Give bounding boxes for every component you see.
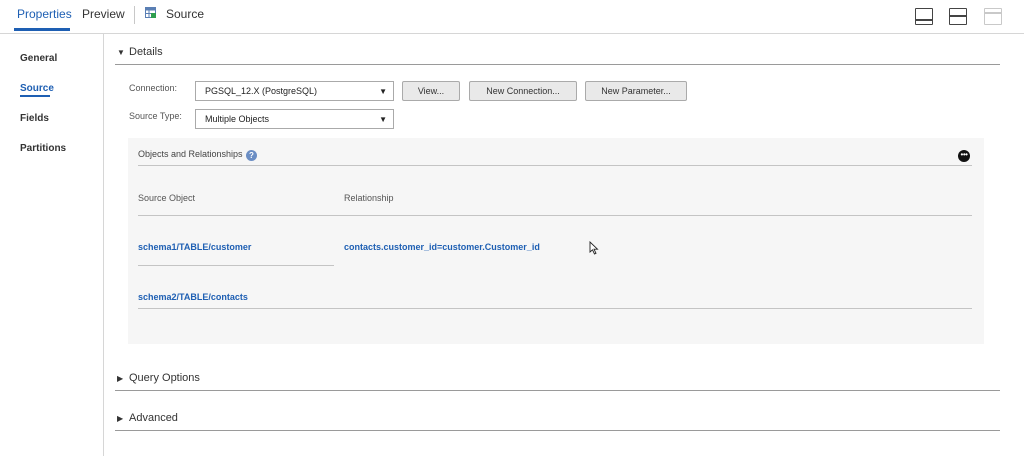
nav-item-general[interactable]: General [20, 53, 57, 64]
row-divider [138, 308, 972, 309]
source-object-link[interactable]: schema2/TABLE/contacts [138, 292, 248, 302]
details-title: Details [129, 46, 163, 58]
connection-select[interactable]: PGSQL_12.X (PostgreSQL) ▼ [195, 81, 394, 101]
panel-bottom-icon[interactable] [915, 8, 933, 25]
properties-nav [0, 34, 104, 456]
active-tab-indicator [14, 28, 70, 31]
caret-down-icon: ▼ [117, 48, 125, 57]
more-options-icon[interactable]: ••• [958, 150, 970, 162]
source-type-label: Source Type: [129, 111, 182, 121]
chevron-down-icon: ▼ [379, 115, 387, 124]
header-divider [138, 215, 972, 216]
tab-bar: Properties Preview Source [0, 0, 1024, 34]
details-section-header[interactable]: ▼ Details [115, 41, 1000, 65]
tree-divider [138, 265, 334, 266]
split-horizontal-icon[interactable] [949, 8, 967, 25]
objects-relationships-title: Objects and Relationships [138, 149, 243, 159]
relationship-column-header: Relationship [344, 193, 394, 203]
advanced-title: Advanced [129, 412, 178, 424]
query-options-title: Query Options [129, 372, 200, 384]
help-icon[interactable]: ? [246, 150, 257, 161]
tab-divider [134, 6, 135, 24]
source-object-link[interactable]: schema1/TABLE/customer [138, 242, 251, 252]
nav-item-fields[interactable]: Fields [20, 113, 49, 124]
source-table-icon [145, 7, 156, 18]
chevron-down-icon: ▼ [379, 87, 387, 96]
caret-right-icon: ▶ [117, 414, 124, 423]
advanced-section-header[interactable]: ▶ Advanced [115, 407, 1000, 431]
nav-active-indicator [20, 95, 50, 97]
connection-label: Connection: [129, 83, 178, 93]
objects-relationships-panel: Objects and Relationships ? ••• Source O… [128, 138, 984, 344]
relationship-link[interactable]: contacts.customer_id=customer.Customer_i… [344, 242, 540, 252]
caret-right-icon: ▶ [117, 374, 124, 383]
tab-source[interactable]: Source [166, 7, 204, 21]
panel-top-icon [984, 8, 1002, 25]
new-connection-button[interactable]: New Connection... [469, 81, 577, 101]
mouse-pointer-icon [589, 241, 599, 255]
new-parameter-button[interactable]: New Parameter... [585, 81, 687, 101]
source-type-value: Multiple Objects [205, 114, 270, 124]
nav-item-partitions[interactable]: Partitions [20, 143, 66, 154]
connection-value: PGSQL_12.X (PostgreSQL) [205, 86, 318, 96]
tab-properties[interactable]: Properties [17, 7, 72, 21]
source-object-column-header: Source Object [138, 193, 196, 203]
nav-item-source[interactable]: Source [20, 83, 54, 94]
source-type-select[interactable]: Multiple Objects ▼ [195, 109, 394, 129]
tab-preview[interactable]: Preview [82, 7, 125, 21]
panel-divider [138, 165, 972, 166]
view-button[interactable]: View... [402, 81, 460, 101]
query-options-section-header[interactable]: ▶ Query Options [115, 367, 1000, 391]
